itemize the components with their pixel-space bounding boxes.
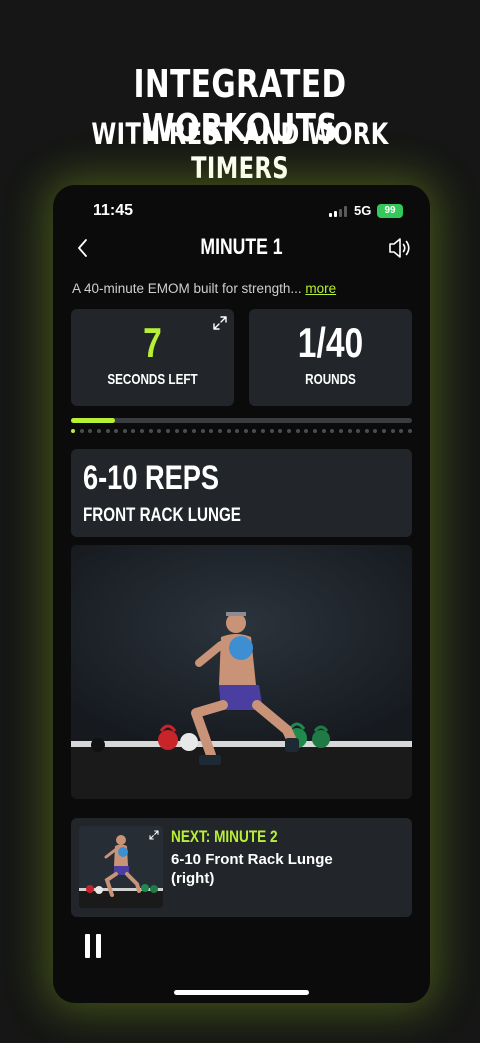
round-dot (338, 429, 343, 433)
seconds-left-value: 7 (143, 319, 162, 366)
progress-fill (71, 418, 116, 423)
round-dot (71, 429, 75, 433)
round-dot (96, 429, 101, 433)
more-link[interactable]: more (305, 281, 336, 296)
seconds-left-label: SECONDS LEFT (107, 371, 198, 388)
round-dot (191, 429, 196, 433)
round-dot (321, 429, 326, 433)
round-dot (174, 429, 179, 433)
exercise-name: FRONT RACK LUNGE (83, 505, 241, 526)
pause-icon[interactable] (83, 934, 103, 958)
round-dot (287, 429, 292, 433)
round-dot (157, 429, 162, 433)
rounds-value: 1/40 (297, 319, 364, 366)
round-dot (148, 429, 153, 433)
round-dot (217, 429, 222, 433)
round-dot (356, 429, 361, 433)
nav-bar: MINUTE 1 (53, 233, 430, 263)
round-dot (88, 429, 93, 433)
promo-subheadline: WITH REST AND WORK TIMERS (91, 117, 389, 185)
exercise-photo (71, 545, 412, 799)
expand-icon[interactable] (211, 314, 229, 332)
round-dots (71, 429, 412, 435)
exercise-card: 6-10 REPS FRONT RACK LUNGE (71, 449, 412, 537)
round-dot (347, 429, 352, 433)
rounds-card: 1/40 ROUNDS (249, 309, 412, 406)
round-dot (252, 429, 257, 433)
round-dot (131, 429, 136, 433)
round-dot (399, 429, 404, 433)
next-exercise-label: NEXT: MINUTE 2 (171, 827, 278, 846)
round-dot (312, 429, 317, 433)
round-dot (390, 429, 395, 433)
round-dot (183, 429, 188, 433)
workout-description: A 40-minute EMOM built for strength... m… (72, 281, 336, 296)
round-dot (382, 429, 387, 433)
description-text: A 40-minute EMOM built for strength... (72, 281, 302, 296)
page-title: MINUTE 1 (200, 234, 283, 259)
expand-icon (149, 830, 159, 840)
network-type: 5G (354, 203, 372, 218)
signal-icon (329, 206, 347, 217)
status-bar: 11:45 5G 99 (53, 202, 430, 222)
round-dot (407, 429, 412, 433)
round-dot (200, 429, 205, 433)
battery-icon: 99 (377, 204, 403, 218)
round-dot (243, 429, 248, 433)
next-exercise-card[interactable]: NEXT: MINUTE 2 6-10 Front Rack Lunge (ri… (71, 818, 412, 917)
round-dot (209, 429, 214, 433)
round-dot (166, 429, 171, 433)
round-dot (304, 429, 309, 433)
speaker-icon[interactable] (386, 234, 414, 262)
round-dot (269, 429, 274, 433)
round-dot (373, 429, 378, 433)
home-indicator (174, 990, 309, 995)
round-dot (235, 429, 240, 433)
rounds-label: ROUNDS (305, 371, 356, 388)
round-dot (114, 429, 119, 433)
round-dot (226, 429, 231, 433)
round-dot (140, 429, 145, 433)
round-dot (278, 429, 283, 433)
exercise-reps: 6-10 REPS (83, 459, 220, 497)
phone-screen: 11:45 5G 99 MINUTE 1 A 40-minute EMOM bu… (53, 185, 430, 1003)
workout-progress-bar (71, 418, 412, 423)
seconds-left-card[interactable]: 7 SECONDS LEFT (71, 309, 234, 406)
round-dot (261, 429, 266, 433)
round-dot (122, 429, 127, 433)
status-time: 11:45 (93, 202, 134, 219)
next-exercise-thumbnail (79, 826, 163, 908)
round-dot (295, 429, 300, 433)
round-dot (79, 429, 84, 433)
round-dot (105, 429, 110, 433)
round-dot (364, 429, 369, 433)
next-exercise-title: 6-10 Front Rack Lunge (right) (171, 851, 333, 887)
round-dot (330, 429, 335, 433)
